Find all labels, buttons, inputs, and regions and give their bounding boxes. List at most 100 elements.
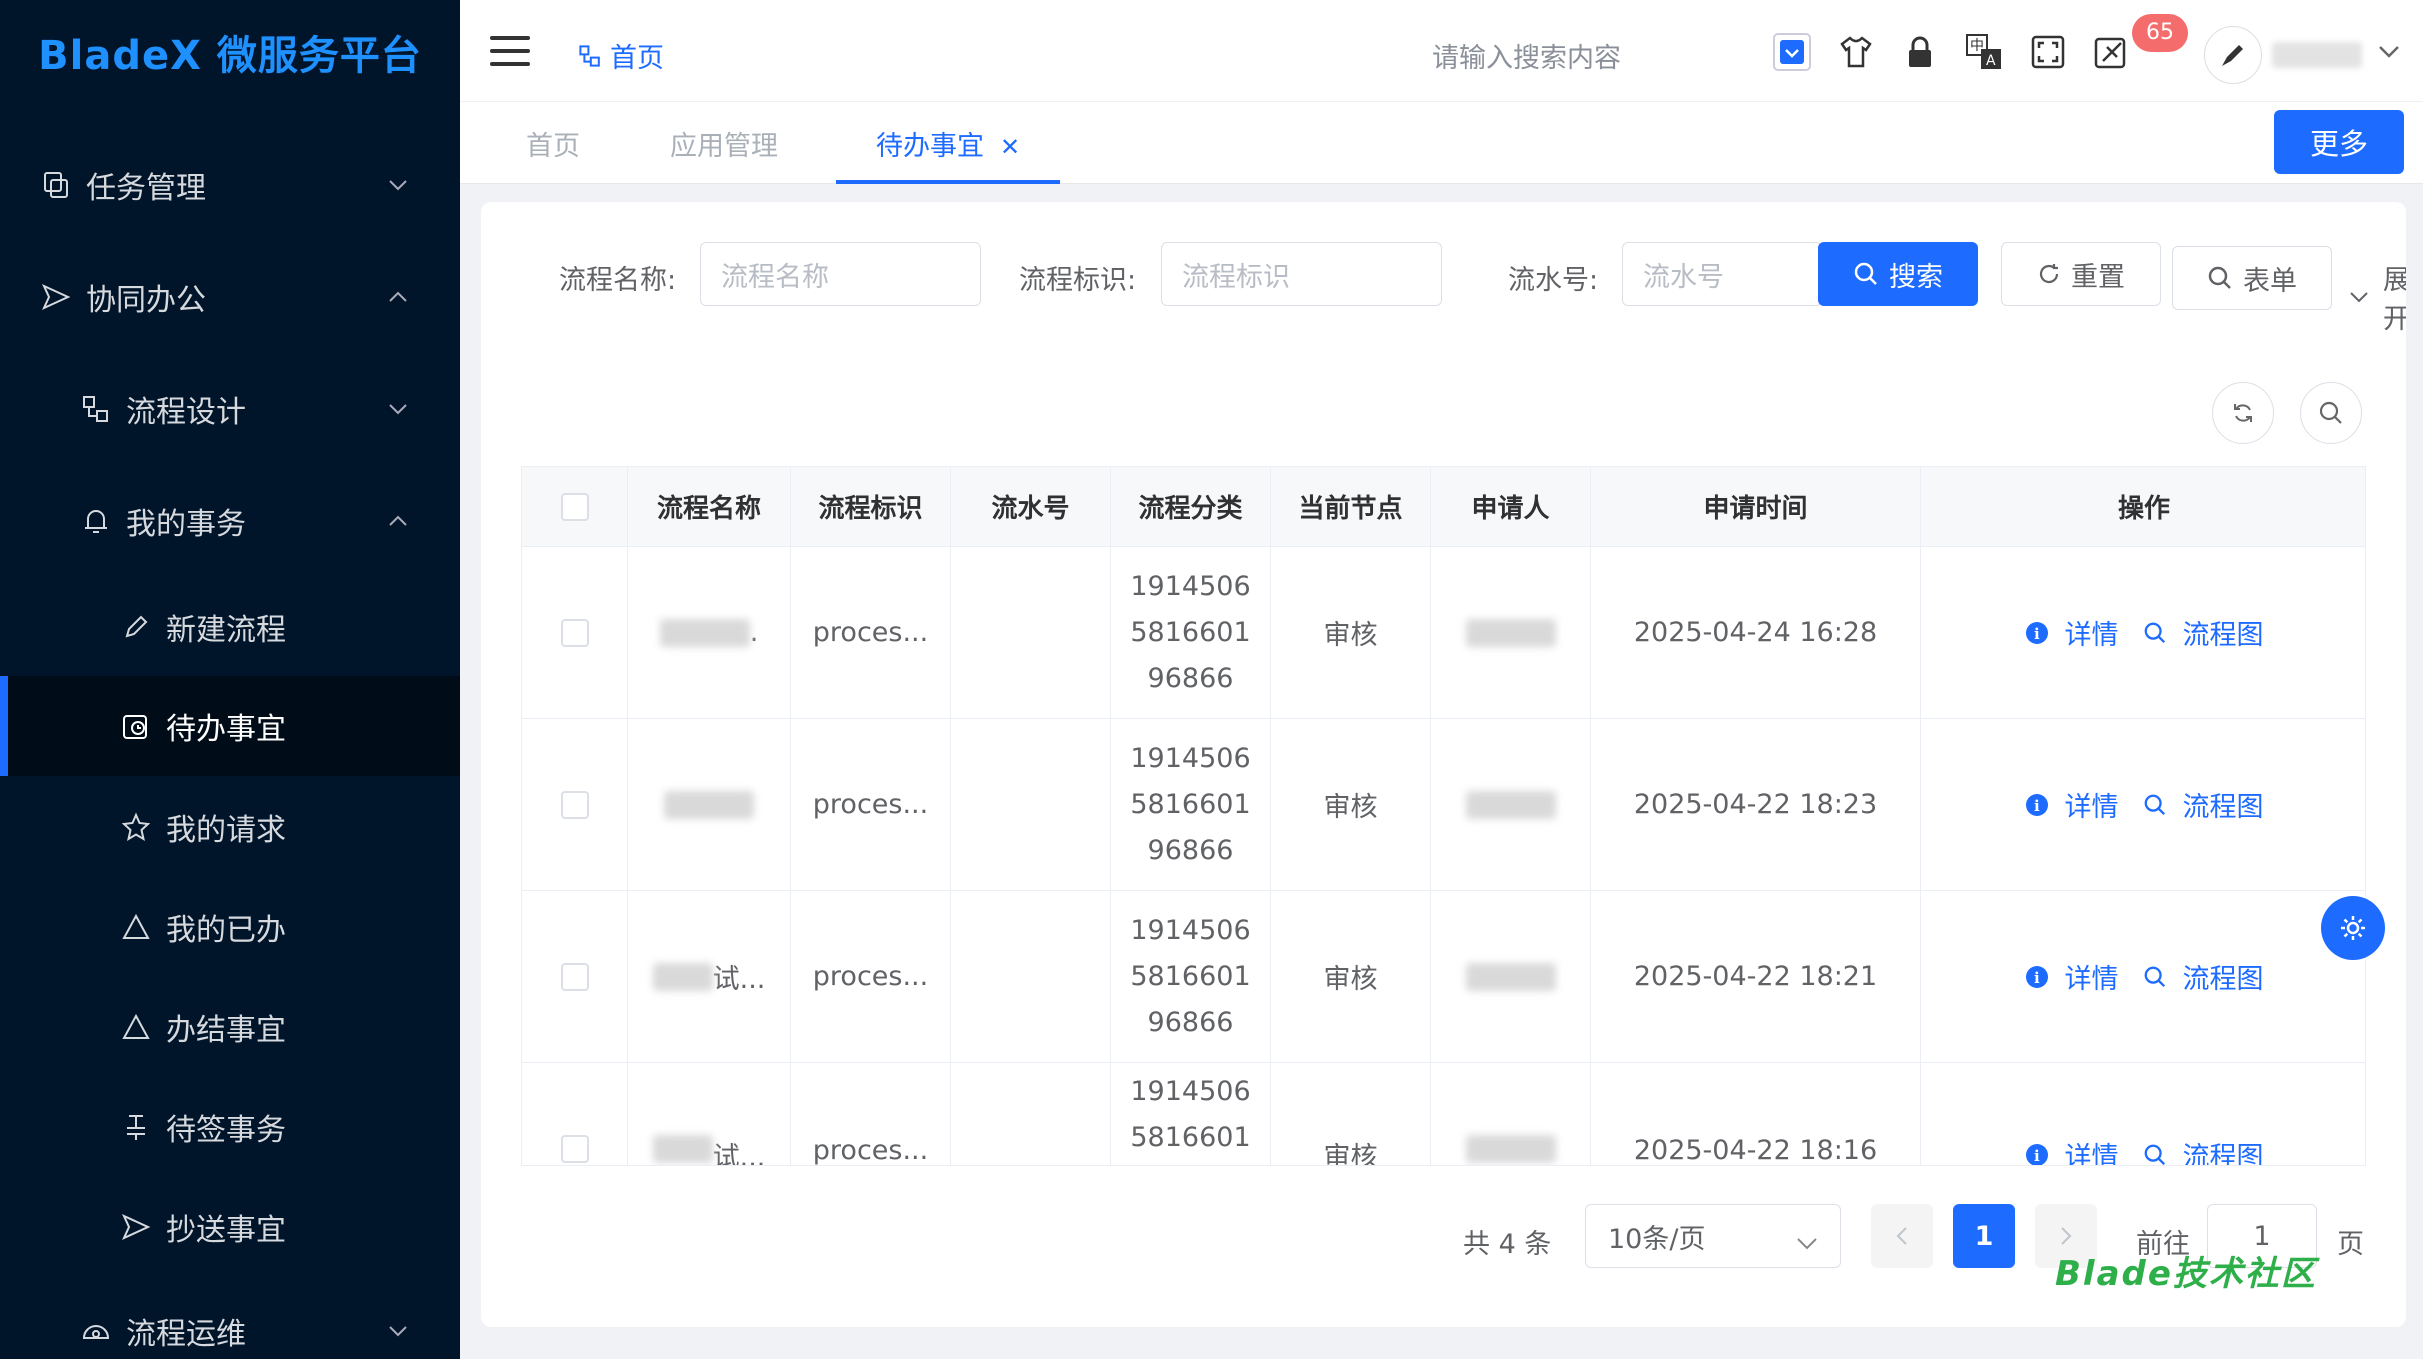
category-cell: 1914506 5816601 96866 <box>1111 719 1271 890</box>
col-header[interactable]: 申请人 <box>1431 467 1591 546</box>
row-checkbox[interactable] <box>560 962 589 991</box>
detail-link[interactable]: i 详情 <box>2025 1135 2119 1165</box>
theme-select-icon[interactable] <box>1770 30 1814 74</box>
star-icon <box>116 807 156 847</box>
bell-icon <box>76 501 116 541</box>
chevron-down-icon[interactable] <box>2378 44 2400 63</box>
row-checkbox[interactable] <box>560 618 589 647</box>
lock-icon[interactable] <box>1898 30 1942 74</box>
sidebar-item-completed[interactable]: 办结事宜 <box>0 992 460 1062</box>
settings-float-button[interactable] <box>2321 896 2385 960</box>
diagram-label: 流程图 <box>2182 620 2264 651</box>
sidebar-item-to-sign[interactable]: 待签事务 <box>0 1092 460 1162</box>
redacted-text <box>1465 790 1556 819</box>
redacted-text <box>1465 618 1556 647</box>
sidebar-item-label: 流程运维 <box>126 1317 246 1352</box>
tab-app-management[interactable]: 应用管理 <box>670 124 778 184</box>
col-header[interactable]: 流程名称 <box>628 467 791 546</box>
col-header[interactable]: 流程标识 <box>791 467 951 546</box>
language-icon[interactable]: 中A <box>1962 30 2006 74</box>
applicant-cell <box>1431 547 1591 718</box>
sidebar-item-collab-office[interactable]: 协同办公 <box>0 262 460 332</box>
menu-toggle-icon[interactable] <box>490 36 530 66</box>
col-header[interactable]: 申请时间 <box>1591 467 1921 546</box>
fullscreen-icon[interactable] <box>2026 30 2070 74</box>
search-button[interactable]: 搜索 <box>1818 242 1978 306</box>
filter-name-label: 流程名称: <box>559 265 677 296</box>
col-header[interactable]: 流程分类 <box>1111 467 1271 546</box>
process-name-input[interactable]: 流程名称 <box>700 242 981 306</box>
sidebar-item-my-requests[interactable]: 我的请求 <box>0 792 460 862</box>
sidebar-item-my-affairs[interactable]: 我的事务 <box>0 486 460 556</box>
table-row: 试... proces... 1914506 5816601 96866 审核 … <box>522 891 2365 1063</box>
close-icon[interactable]: ✕ <box>1000 133 1020 161</box>
category-line: 5816601 <box>1130 1122 1251 1153</box>
flow-diagram-link[interactable]: 流程图 <box>2143 613 2264 652</box>
sidebar-item-flow-design[interactable]: 流程设计 <box>0 374 460 444</box>
info-icon: i <box>2025 1143 2057 1165</box>
select-all-checkbox[interactable] <box>560 492 589 521</box>
tab-label: 待办事宜 <box>876 131 984 162</box>
row-checkbox[interactable] <box>560 790 589 819</box>
flow-diagram-link[interactable]: 流程图 <box>2143 957 2264 996</box>
tab-todo[interactable]: 待办事宜 ✕ <box>836 124 1061 184</box>
refresh-button[interactable] <box>2212 382 2274 444</box>
serial-input[interactable]: 流水号 <box>1622 242 1822 306</box>
send-icon <box>116 1207 156 1247</box>
filter-key-label: 流程标识: <box>1019 265 1137 296</box>
info-icon: i <box>2025 793 2057 817</box>
sidebar-item-my-done[interactable]: 我的已办 <box>0 892 460 962</box>
expand-toggle[interactable]: 展开 <box>2349 258 2406 336</box>
diagram-label: 流程图 <box>2182 1142 2264 1166</box>
detail-link[interactable]: i 详情 <box>2025 785 2119 824</box>
toggle-search-button[interactable] <box>2300 382 2362 444</box>
sidebar-item-new-process[interactable]: 新建流程 <box>0 592 460 662</box>
search-icon <box>2143 965 2175 989</box>
search-icon <box>2143 1143 2175 1166</box>
prev-page-button[interactable] <box>1871 1204 1933 1268</box>
filter-serial-label: 流水号: <box>1508 265 1599 296</box>
user-name[interactable] <box>2272 42 2362 68</box>
chevron-up-icon <box>386 285 410 309</box>
page-size-select[interactable]: 10条/页 <box>1585 1204 1841 1268</box>
detail-link[interactable]: i 详情 <box>2025 957 2119 996</box>
sidebar-item-flow-ops[interactable]: 流程运维 <box>0 1296 460 1359</box>
sidebar-item-label: 流程设计 <box>126 395 246 430</box>
sidebar-item-todo[interactable]: 待办事宜 <box>0 676 460 776</box>
col-header[interactable]: 当前节点 <box>1271 467 1431 546</box>
notification-badge: 65 <box>2132 14 2188 52</box>
form-button[interactable]: 表单 <box>2172 246 2332 310</box>
process-key-input[interactable]: 流程标识 <box>1161 242 1442 306</box>
svg-text:i: i <box>2034 1147 2040 1165</box>
shirt-icon[interactable] <box>1834 30 1878 74</box>
category-line: 1914506 <box>1130 1076 1251 1107</box>
detail-label: 详情 <box>2064 620 2119 651</box>
search-icon <box>2143 793 2175 817</box>
global-search-input[interactable]: 请输入搜索内容 <box>1432 36 1621 75</box>
svg-text:i: i <box>2034 797 2040 815</box>
serial-cell <box>951 891 1111 1062</box>
detail-link[interactable]: i 详情 <box>2025 613 2119 652</box>
notification-icon[interactable] <box>2090 30 2134 74</box>
sidebar-item-label: 办结事宜 <box>166 1013 286 1048</box>
reset-button[interactable]: 重置 <box>2001 242 2161 306</box>
more-button[interactable]: 更多 <box>2274 110 2404 174</box>
col-header[interactable]: 流水号 <box>951 467 1111 546</box>
sidebar-item-label: 任务管理 <box>86 171 206 206</box>
row-checkbox[interactable] <box>560 1135 589 1163</box>
sidebar-item-task-management[interactable]: 任务管理 <box>0 150 460 220</box>
category-line: 1914506 <box>1130 914 1251 946</box>
tab-home[interactable]: 首页 <box>526 124 580 184</box>
ops-icon <box>76 1311 116 1351</box>
page-number-1[interactable]: 1 <box>1953 1204 2015 1268</box>
avatar[interactable] <box>2204 26 2262 84</box>
serial-cell <box>951 547 1111 718</box>
flow-diagram-link[interactable]: 流程图 <box>2143 1135 2264 1166</box>
row-select-cell <box>522 719 628 890</box>
sidebar-item-cc[interactable]: 抄送事宜 <box>0 1192 460 1262</box>
breadcrumb[interactable]: 首页 <box>578 36 664 75</box>
flow-diagram-link[interactable]: 流程图 <box>2143 785 2264 824</box>
chevron-down-icon <box>2349 291 2369 303</box>
todo-table: 流程名称 流程标识 流水号 流程分类 当前节点 申请人 申请时间 操作 . pr… <box>521 466 2366 1166</box>
reset-button-label: 重置 <box>2071 261 2125 293</box>
